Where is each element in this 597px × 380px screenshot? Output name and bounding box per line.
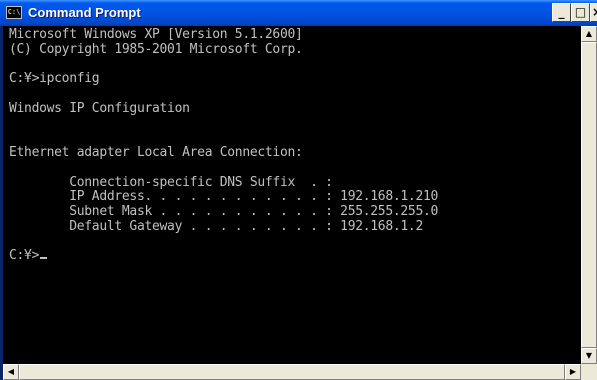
vertical-scroll-thumb[interactable] xyxy=(581,42,597,348)
console-line: Ethernet adapter Local Area Connection: xyxy=(9,145,303,160)
scroll-right-button[interactable]: ▶ xyxy=(565,364,581,380)
console-prompt: C:¥> xyxy=(9,248,40,264)
console-line: C:¥>ipconfig xyxy=(9,71,100,87)
vertical-scrollbar[interactable]: ▲ ▼ xyxy=(581,26,597,364)
window-title: Command Prompt xyxy=(28,5,141,20)
cmd-icon[interactable]: C:\ xyxy=(6,6,22,19)
minimize-button[interactable]: _ xyxy=(552,3,571,22)
console-line: IP Address. . . . . . . . . . . . : 192.… xyxy=(9,189,439,205)
scroll-up-button[interactable]: ▲ xyxy=(581,26,597,42)
title-bar[interactable]: C:\ Command Prompt _ □ × xyxy=(0,0,597,26)
scroll-left-button[interactable]: ◀ xyxy=(3,364,19,380)
console-line: (C) Copyright 1985-2001 Microsoft Corp. xyxy=(9,41,303,57)
horizontal-scroll-thumb[interactable] xyxy=(19,364,565,380)
console-output[interactable]: Microsoft Windows XP [Version 5.1.2600](… xyxy=(3,26,581,364)
console-line: Subnet Mask . . . . . . . . . . . : 255.… xyxy=(9,204,439,219)
console-line: Windows IP Configuration xyxy=(9,100,190,116)
console-line: Default Gateway . . . . . . . . . : 192.… xyxy=(9,218,423,234)
close-button[interactable]: × xyxy=(590,3,597,22)
text-cursor xyxy=(40,257,48,260)
console-prompt-line: C:¥> xyxy=(9,248,581,264)
scroll-down-button[interactable]: ▼ xyxy=(581,348,597,364)
command-prompt-window: C:\ Command Prompt _ □ × Microsoft Windo… xyxy=(0,0,597,380)
console-line: Connection-specific DNS Suffix . : xyxy=(9,174,333,190)
console-line: Microsoft Windows XP [Version 5.1.2600] xyxy=(9,27,303,42)
console-text: Microsoft Windows XP [Version 5.1.2600](… xyxy=(3,26,581,264)
horizontal-scrollbar[interactable]: ◀ ▶ xyxy=(3,364,581,380)
resize-grip[interactable] xyxy=(581,364,597,380)
maximize-button[interactable]: □ xyxy=(571,3,590,22)
